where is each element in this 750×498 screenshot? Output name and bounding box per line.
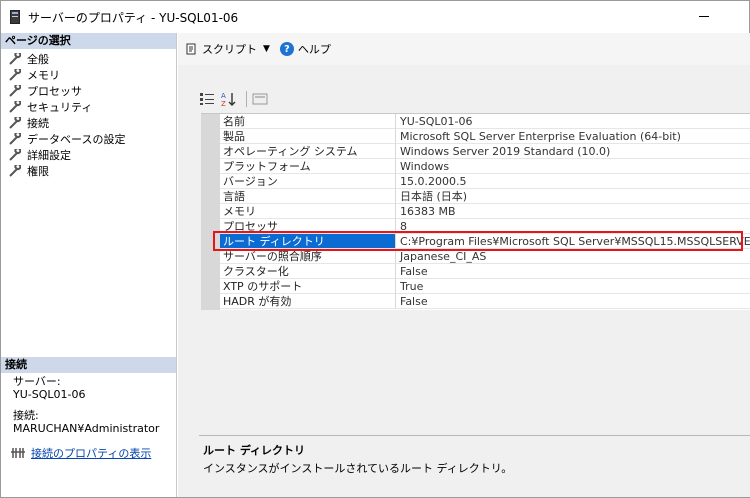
wrench-icon [9,69,21,81]
property-pages-icon [252,93,268,105]
description-panel: ルート ディレクトリ インスタンスがインストールされているルート ディレクトリ。 [199,435,750,497]
view-connection-properties-link[interactable]: 接続のプロパティの表示 [31,445,151,461]
page-item-connections[interactable]: 接続 [1,115,176,131]
page-item-label: プロセッサ [27,85,82,98]
connection-label: 接続: [13,409,39,422]
property-row-collation[interactable]: サーバーの照合順序 Japanese_CI_AS [220,249,750,264]
property-row-processors[interactable]: プロセッサ 8 [220,219,750,234]
property-row-xtp-support[interactable]: XTP のサポート True [220,279,750,294]
page-item-label: 全般 [27,53,49,66]
wrench-icon [9,53,21,65]
description-title: ルート ディレクトリ [203,444,306,457]
property-row-root-directory[interactable]: ルート ディレクトリ C:¥Program Files¥Microsoft SQ… [220,234,750,249]
toolbar-separator [246,91,247,107]
property-grid: 名前 YU-SQL01-06 製品 Microsoft SQL Server E… [201,113,750,310]
page-item-database-settings[interactable]: データベースの設定 [1,131,176,147]
property-row-hadr-enabled[interactable]: HADR が有効 False [220,294,750,309]
dropdown-arrow-icon[interactable]: ▼ [263,44,270,54]
title-bar: サーバーのプロパティ - YU-SQL01-06 [1,1,749,33]
wrench-icon [9,149,21,161]
page-select-header: ページの選択 [1,33,176,49]
svg-text:A: A [221,92,226,100]
page-item-general[interactable]: 全般 [1,51,176,67]
description-text: インスタンスがインストールされているルート ディレクトリ。 [203,462,513,475]
page-item-permissions[interactable]: 権限 [1,163,176,179]
page-item-security[interactable]: セキュリティ [1,99,176,115]
wrench-icon [9,101,21,113]
server-value: YU-SQL01-06 [13,388,86,401]
page-item-label: 詳細設定 [27,149,71,162]
script-button[interactable]: スクリプト ▼ [184,41,270,57]
property-row-platform[interactable]: プラットフォーム Windows [220,159,750,174]
page-item-label: 接続 [27,117,49,130]
wrench-icon [9,85,21,97]
property-row-memory[interactable]: メモリ 16383 MB [220,204,750,219]
script-label: スクリプト [202,43,257,56]
help-label: ヘルプ [297,43,331,56]
svg-text:Z: Z [221,100,226,107]
left-pane: ページの選択 全般 メモリ プロセッサ セキュリティ 接続 データベースの設定 … [1,33,177,497]
page-item-label: 権限 [27,165,49,178]
property-row-version[interactable]: バージョン 15.0.2000.5 [220,174,750,189]
connection-info: サーバー: YU-SQL01-06 接続: MARUCHAN¥Administr… [1,375,176,435]
connection-header: 接続 [1,357,176,373]
page-item-label: データベースの設定 [27,133,126,146]
categorized-icon [200,93,214,105]
server-properties-window: サーバーのプロパティ - YU-SQL01-06 ページの選択 全般 メモリ プ… [0,0,750,498]
window-title: サーバーのプロパティ - YU-SQL01-06 [28,10,239,25]
connection-icon [11,448,25,458]
property-row-os[interactable]: オペレーティング システム Windows Server 2019 Standa… [220,144,750,159]
connection-properties-row: 接続のプロパティの表示 [11,445,151,461]
help-button[interactable]: ? ヘルプ [279,41,331,57]
property-grid-toolbar: A Z [198,89,273,109]
grid-gutter [201,114,220,310]
property-row-product[interactable]: 製品 Microsoft SQL Server Enterprise Evalu… [220,129,750,144]
help-icon: ? [279,42,294,56]
page-list: 全般 メモリ プロセッサ セキュリティ 接続 データベースの設定 詳細設定 権限 [1,49,176,179]
script-icon [186,43,196,55]
page-item-processors[interactable]: プロセッサ [1,83,176,99]
property-pages-button[interactable] [251,90,269,108]
server-label: サーバー: [13,375,61,388]
right-pane: スクリプト ▼ ? ヘルプ A Z 名前 YU-SQL01-06 製品 Micr… [178,33,750,497]
toolbar: スクリプト ▼ ? ヘルプ [178,33,750,65]
minimize-icon[interactable] [699,16,709,17]
page-item-label: メモリ [27,69,60,82]
wrench-icon [9,165,21,177]
page-item-advanced[interactable]: 詳細設定 [1,147,176,163]
categorized-button[interactable] [198,90,216,108]
connection-value: MARUCHAN¥Administrator [13,422,160,435]
sort-alphabetical-icon: A Z [221,92,236,107]
wrench-icon [9,117,21,129]
wrench-icon [9,133,21,145]
property-row-language[interactable]: 言語 日本語 (日本) [220,189,750,204]
property-row-clustered[interactable]: クラスター化 False [220,264,750,279]
page-item-memory[interactable]: メモリ [1,67,176,83]
page-item-label: セキュリティ [27,101,93,114]
property-row-name[interactable]: 名前 YU-SQL01-06 [220,114,750,129]
alphabetical-button[interactable]: A Z [220,90,238,108]
server-icon [10,10,20,24]
